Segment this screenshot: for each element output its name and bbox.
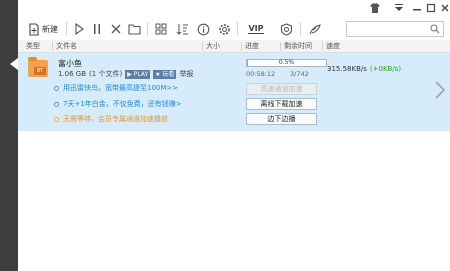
vip-button[interactable]: VIP — [244, 20, 268, 38]
hint-text: 用迅雷快鸟，宽带最高提至100M>> — [63, 84, 179, 92]
shirt-icon[interactable] — [368, 2, 382, 14]
column-filename[interactable]: 文件名 — [56, 41, 77, 52]
search-input[interactable] — [346, 21, 444, 37]
hint-text: 无需等待，会员专属通道加速播放 — [63, 115, 168, 123]
grid-view-button[interactable] — [153, 20, 169, 38]
task-file-count: (1 个文件) — [89, 70, 123, 78]
piece-count: 3/742 — [290, 70, 309, 78]
play-tag[interactable]: ▶ PLAY — [125, 69, 151, 79]
pause-button[interactable] — [90, 20, 104, 38]
open-folder-icon — [127, 24, 141, 35]
column-size[interactable]: 大小 — [206, 41, 220, 52]
high-speed-channel-button[interactable]: 高速通道加速 — [246, 83, 317, 95]
settings-icon — [218, 23, 230, 35]
sort-list-button[interactable] — [174, 20, 190, 38]
new-task-icon — [29, 22, 39, 36]
toolbar-divider — [147, 22, 148, 36]
toolbar-divider — [66, 22, 67, 36]
minimize-icon[interactable] — [410, 2, 424, 14]
offline-download-button[interactable]: 离线下载加速 — [246, 98, 317, 110]
delete-icon — [111, 24, 121, 34]
sort-list-icon — [176, 24, 188, 35]
bullet-icon — [54, 101, 59, 107]
skin-icon — [280, 22, 292, 36]
column-type[interactable]: 类型 — [26, 41, 40, 52]
task-size: 1.06 GB — [58, 70, 87, 78]
open-folder-button[interactable] — [126, 20, 142, 38]
title-bar — [18, 0, 450, 18]
chevron-right-icon[interactable] — [434, 81, 446, 99]
feedback-button[interactable] — [306, 20, 324, 38]
column-divider — [280, 42, 281, 51]
task-file-name: 富小鱼 — [58, 59, 82, 68]
time-remaining: 00:58:12 — [246, 70, 276, 78]
download-speed: 315.58KB/s (+0KB/s) — [327, 65, 401, 73]
hint-text: 7天+1年白金，不仅免费，还有钱赚> — [63, 100, 182, 108]
task-row[interactable]: BT 富小鱼 1.06 GB (1 个文件) ▶ PLAY ★ 玩看 举报 用迅… — [18, 53, 450, 131]
grid-view-icon — [155, 23, 167, 35]
new-task-button[interactable]: 新建 — [24, 20, 62, 38]
delete-button[interactable] — [108, 20, 124, 38]
hint-link[interactable]: 无需等待，会员专属通道加速播放 — [54, 114, 168, 124]
stream-while-download-button[interactable]: 边下边播 — [246, 113, 317, 125]
column-remaining-time[interactable]: 剩余时间 — [284, 41, 312, 52]
info-icon — [197, 23, 209, 35]
search-icon[interactable] — [430, 24, 440, 36]
column-divider — [202, 42, 203, 51]
play-icon — [75, 23, 84, 35]
toolbar: 新建 VIP — [18, 18, 450, 40]
column-header: 类型 文件名 大小 进度 剩余时间 速度 — [18, 40, 450, 53]
left-sidebar — [0, 0, 18, 271]
hint-link[interactable]: 7天+1年白金，不仅免费，还有钱赚> — [54, 99, 182, 109]
skin-button[interactable] — [278, 20, 294, 38]
report-link[interactable]: 举报 — [179, 69, 193, 79]
sidebar-collapse-arrow[interactable] — [10, 58, 18, 70]
column-divider — [52, 42, 53, 51]
toolbar-divider — [300, 22, 301, 36]
speed-delta: (+0KB/s) — [369, 65, 402, 73]
progress-percent: 0.5% — [278, 59, 295, 66]
new-task-label: 新建 — [42, 24, 58, 34]
menu-icon[interactable] — [392, 2, 406, 14]
column-divider — [241, 42, 242, 51]
maximize-icon[interactable] — [424, 2, 438, 14]
toolbar-divider — [237, 22, 238, 36]
progress-bar: 0.5% — [246, 59, 327, 67]
star-tag[interactable]: ★ 玩看 — [153, 69, 177, 79]
column-divider — [322, 42, 323, 51]
bt-file-icon: BT — [28, 57, 48, 77]
info-button[interactable] — [195, 20, 211, 38]
feedback-icon — [309, 23, 321, 34]
play-button[interactable] — [72, 20, 86, 38]
hint-link[interactable]: 用迅雷快鸟，宽带最高提至100M>> — [54, 83, 178, 93]
task-meta: 1.06 GB (1 个文件) ▶ PLAY ★ 玩看 举报 — [58, 69, 193, 79]
vip-icon: VIP — [248, 24, 264, 34]
column-progress[interactable]: 进度 — [245, 41, 259, 52]
bullet-icon — [54, 116, 59, 122]
column-speed[interactable]: 速度 — [326, 41, 340, 52]
pause-icon — [94, 24, 100, 34]
settings-button[interactable] — [216, 20, 232, 38]
speed-value: 315.58KB/s — [327, 65, 367, 73]
bullet-icon — [54, 85, 59, 91]
close-icon[interactable] — [438, 2, 450, 14]
